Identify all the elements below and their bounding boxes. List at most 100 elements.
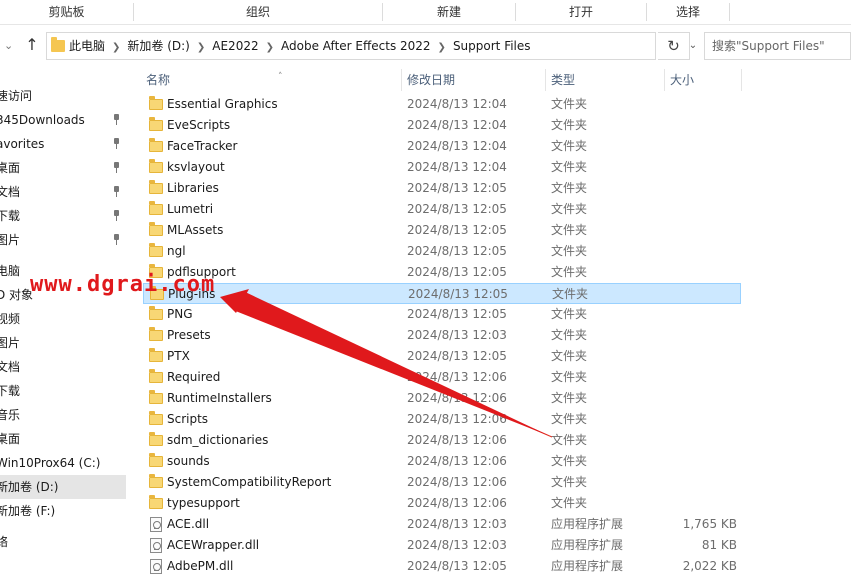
file-row[interactable]: FaceTracker 2024/8/13 12:04 文件夹 [143, 136, 741, 157]
chevron-right-icon[interactable]: ❯ [112, 35, 120, 61]
file-row[interactable]: Essential Graphics 2024/8/13 12:04 文件夹 [143, 94, 741, 115]
nav-item-drive-f[interactable]: 新加卷 (F:) [0, 499, 126, 523]
chevron-right-icon[interactable]: ❯ [438, 35, 446, 61]
file-row[interactable]: sdm_dictionaries 2024/8/13 12:06 文件夹 [143, 430, 741, 451]
column-separator[interactable] [741, 69, 742, 91]
file-row[interactable]: AdbePM.dll 2024/8/13 12:05 应用程序扩展 2,022 KB [143, 556, 741, 577]
column-separator[interactable] [545, 69, 546, 91]
file-modified-date: 2024/8/13 12:06 [407, 412, 507, 426]
ribbon-group-open[interactable]: 打开 [516, 0, 646, 25]
ribbon-group-organize[interactable]: 组织 [134, 0, 382, 25]
file-row[interactable]: pdflsupport 2024/8/13 12:05 文件夹 [143, 262, 741, 283]
chevron-right-icon[interactable]: ❯ [266, 35, 274, 61]
nav-item-downloads[interactable]: 下载 [0, 379, 126, 403]
nav-item-label: 视频 [0, 312, 21, 326]
dll-file-icon [150, 517, 162, 532]
file-name: PTX [167, 349, 190, 363]
nav-item-label: 下载 [0, 209, 21, 223]
ribbon-group-clipboard[interactable]: 剪贴板 [0, 0, 133, 25]
folder-icon [149, 327, 163, 341]
file-modified-date: 2024/8/13 12:05 [407, 349, 507, 363]
file-modified-date: 2024/8/13 12:05 [407, 223, 507, 237]
folder-icon [149, 117, 163, 131]
nav-item-downloads-folder[interactable]: 345Downloads [0, 108, 126, 132]
address-bar[interactable]: 此电脑 ❯ 新加卷 (D:) ❯ AE2022 ❯ Adobe After Effects … [46, 32, 697, 61]
breadcrumb-after-effects[interactable]: Adobe After Effects 2022 [281, 39, 431, 53]
recent-locations-chevron-icon[interactable]: ⌄ [4, 37, 18, 55]
file-name: sounds [167, 454, 210, 468]
nav-item-drive-d[interactable]: 新加卷 (D:) [0, 475, 126, 499]
nav-item-videos[interactable]: 视频 [0, 307, 126, 331]
file-row[interactable]: sounds 2024/8/13 12:06 文件夹 [143, 451, 741, 472]
nav-item-music[interactable]: 音乐 [0, 403, 126, 427]
column-header-modified[interactable]: 修改日期 [407, 67, 545, 92]
file-size: 81 KB [701, 538, 737, 552]
file-row[interactable]: Presets 2024/8/13 12:03 文件夹 [143, 325, 741, 346]
nav-item-pictures-quick[interactable]: 图片 [0, 228, 126, 252]
breadcrumb-ae2022[interactable]: AE2022 [212, 39, 258, 53]
file-row[interactable]: MLAssets 2024/8/13 12:05 文件夹 [143, 220, 741, 241]
ribbon-group-new[interactable]: 新建 [383, 0, 515, 25]
nav-item-desktop[interactable]: 桌面 [0, 427, 126, 451]
pin-icon [111, 234, 121, 246]
nav-item-desktop-quick[interactable]: 桌面 [0, 156, 126, 180]
file-row[interactable]: Plug-ins 2024/8/13 12:05 文件夹 [143, 283, 741, 304]
file-row[interactable]: EveScripts 2024/8/13 12:04 文件夹 [143, 115, 741, 136]
nav-item-label: 图片 [0, 336, 21, 350]
file-row[interactable]: ngl 2024/8/13 12:05 文件夹 [143, 241, 741, 262]
breadcrumb-support-files[interactable]: Support Files [453, 39, 531, 53]
column-header-label: 名称 [146, 73, 171, 87]
up-arrow-icon[interactable]: ↑ [22, 34, 42, 56]
nav-item-network[interactable]: 络 [0, 530, 126, 554]
file-row[interactable]: Lumetri 2024/8/13 12:05 文件夹 [143, 199, 741, 220]
file-row[interactable]: ACEWrapper.dll 2024/8/13 12:03 应用程序扩展 81 KB [143, 535, 741, 556]
file-row[interactable]: Required 2024/8/13 12:06 文件夹 [143, 367, 741, 388]
navigation-pane-scrollbar[interactable] [126, 67, 133, 584]
nav-item-documents[interactable]: 文档 [0, 355, 126, 379]
nav-item-label: avorites [0, 137, 45, 151]
file-modified-date: 2024/8/13 12:05 [407, 307, 507, 321]
file-row[interactable]: Scripts 2024/8/13 12:06 文件夹 [143, 409, 741, 430]
column-header-name[interactable]: 名称 ˄ [146, 67, 406, 92]
nav-item-drive-c[interactable]: Win10Prox64 (C:) [0, 451, 126, 475]
file-modified-date: 2024/8/13 12:05 [407, 559, 507, 573]
file-row[interactable]: SystemCompatibilityReport 2024/8/13 12:06… [143, 472, 741, 493]
nav-item-pictures[interactable]: 图片 [0, 331, 126, 355]
nav-item-quick-access[interactable]: 速访问 [0, 84, 126, 108]
nav-item-favorites[interactable]: avorites [0, 132, 126, 156]
refresh-icon[interactable]: ↻ [658, 32, 690, 60]
folder-icon [149, 243, 163, 257]
dll-file-icon [150, 559, 162, 574]
column-separator[interactable] [664, 69, 665, 91]
nav-item-label: 电脑 [0, 264, 21, 278]
breadcrumb-drive-d[interactable]: 新加卷 (D:) [127, 39, 189, 53]
folder-icon [149, 306, 163, 320]
search-input[interactable]: 搜索"Support Files" [704, 32, 851, 60]
ribbon-group-select[interactable]: 选择 [647, 0, 729, 25]
column-header-size[interactable]: 大小 [670, 67, 740, 92]
folder-icon [149, 96, 163, 110]
file-row[interactable]: typesupport 2024/8/13 12:06 文件夹 [143, 493, 741, 514]
file-type: 文件夹 [551, 97, 588, 111]
file-name: Lumetri [167, 202, 214, 216]
folder-icon [149, 348, 163, 362]
file-row[interactable]: ACE.dll 2024/8/13 12:03 应用程序扩展 1,765 KB [143, 514, 741, 535]
file-row[interactable]: PNG 2024/8/13 12:05 文件夹 [143, 304, 741, 325]
file-name: Libraries [167, 181, 219, 195]
file-modified-date: 2024/8/13 12:03 [407, 538, 507, 552]
file-row[interactable]: ksvlayout 2024/8/13 12:04 文件夹 [143, 157, 741, 178]
file-row[interactable]: Libraries 2024/8/13 12:05 文件夹 [143, 178, 741, 199]
column-header-type[interactable]: 类型 [551, 67, 661, 92]
chevron-right-icon[interactable]: ❯ [197, 35, 205, 61]
file-row[interactable]: RuntimeInstallers 2024/8/13 12:06 文件夹 [143, 388, 741, 409]
file-type: 应用程序扩展 [551, 517, 624, 531]
nav-item-downloads-quick[interactable]: 下载 [0, 204, 126, 228]
file-name: PNG [167, 307, 193, 321]
file-type: 文件夹 [551, 265, 588, 279]
folder-icon [149, 495, 163, 509]
file-row[interactable]: PTX 2024/8/13 12:05 文件夹 [143, 346, 741, 367]
file-type: 应用程序扩展 [551, 559, 624, 573]
column-separator[interactable] [401, 69, 402, 91]
nav-item-documents-quick[interactable]: 文档 [0, 180, 126, 204]
breadcrumb-this-pc[interactable]: 此电脑 [69, 39, 105, 53]
